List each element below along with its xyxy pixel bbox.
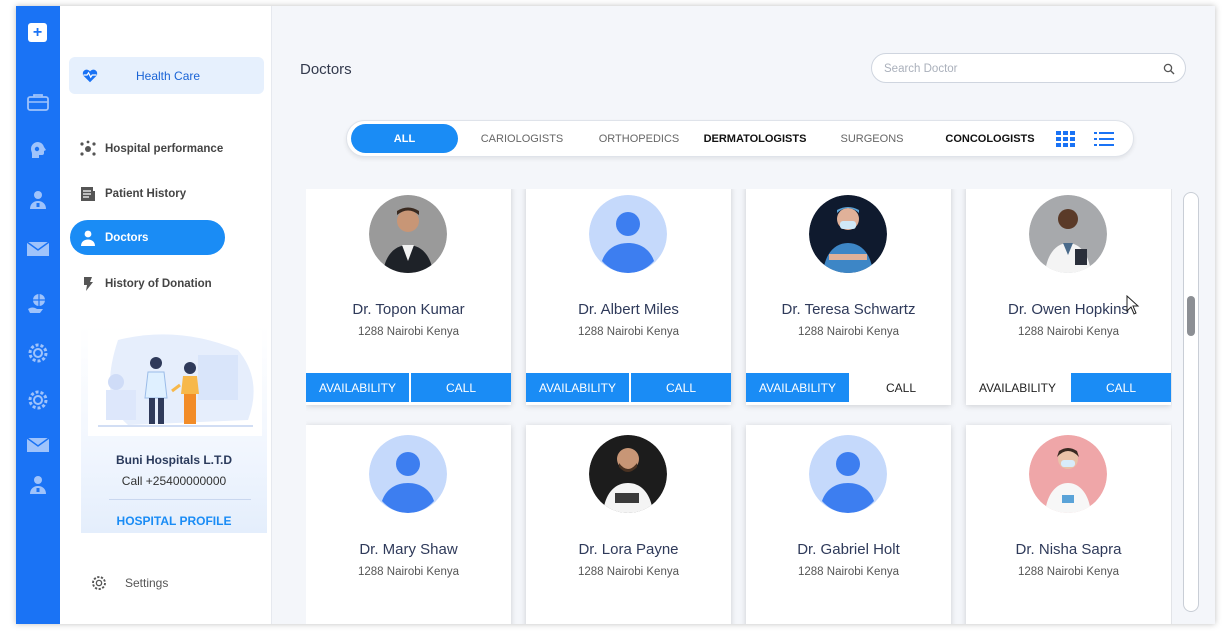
doctor-name: Dr. Mary Shaw	[359, 541, 458, 558]
sidebar-item-settings[interactable]: Settings	[90, 574, 168, 592]
doctor-avatar	[369, 195, 447, 273]
availability-button[interactable]: AVAILABILITY	[526, 373, 629, 402]
doctor-name: Dr. Lora Payne	[578, 541, 679, 558]
sidebar-item-history-of-donation[interactable]: History of Donation	[70, 266, 225, 301]
globe-hand-icon[interactable]	[25, 291, 51, 317]
hospital-phone[interactable]: Call +25400000000	[81, 474, 267, 488]
call-button[interactable]: CALL	[411, 373, 511, 402]
sidebar-item-label: Patient History	[105, 187, 187, 200]
app-logo-plus-icon[interactable]: +	[28, 23, 47, 42]
doctor-name: Dr. Teresa Schwartz	[781, 301, 916, 318]
doctor-location: 1288 Nairobi Kenya	[1017, 566, 1119, 578]
document-icon	[79, 185, 97, 203]
scrollbar-thumb[interactable]	[1187, 296, 1195, 336]
tab-dermatologists[interactable]: DERMATOLOGISTS	[699, 124, 811, 153]
doctor-location: 1288 Nairobi Kenya	[797, 326, 899, 338]
divider	[109, 499, 251, 500]
briefcase-icon[interactable]	[25, 89, 51, 115]
sidebar-item-patient-history[interactable]: Patient History	[70, 176, 225, 211]
doctor-location: 1288 Nairobi Kenya	[577, 566, 679, 578]
icon-rail: +	[16, 6, 60, 624]
doctor-location: 1288 Nairobi Kenya	[357, 566, 459, 578]
mail-icon[interactable]	[25, 236, 51, 262]
hospital-profile-link[interactable]: HOSPITAL PROFILE	[81, 514, 267, 528]
doctor-avatar	[1029, 195, 1107, 273]
call-button[interactable]: CALL	[631, 373, 731, 402]
brand-label: Health Care	[136, 69, 201, 83]
page-title: Doctors	[300, 61, 352, 78]
sidebar-item-label: Doctors	[105, 231, 149, 244]
doctor-icon	[79, 229, 97, 247]
filter-tabs: ALL CARIOLOGISTS ORTHOPEDICS DERMATOLOGI…	[346, 120, 1134, 157]
mail-icon[interactable]	[25, 432, 51, 458]
doctor-grid: Dr. Topon Kumar 1288 Nairobi Kenya AVAILAB…	[306, 189, 1172, 624]
search-box[interactable]	[871, 53, 1186, 83]
brain-icon[interactable]	[25, 138, 51, 164]
tab-orthopedics[interactable]: ORTHOPEDICS	[585, 124, 693, 153]
gear-icon[interactable]	[25, 340, 51, 366]
settings-label: Settings	[125, 576, 169, 590]
brand-health-care[interactable]: Health Care	[69, 57, 264, 94]
doctor-avatar	[809, 435, 887, 513]
doctor-avatar	[589, 435, 667, 513]
grid-view-icon[interactable]	[1056, 131, 1076, 147]
availability-button[interactable]: AVAILABILITY	[306, 373, 409, 402]
doctor-card[interactable]: Dr. Mary Shaw 1288 Nairobi Kenya	[306, 425, 511, 624]
doctor-icon[interactable]	[25, 472, 51, 498]
heartbeat-icon	[82, 69, 98, 83]
doctor-name: Dr. Owen Hopkins	[1008, 301, 1129, 318]
doctor-name: Dr. Nisha Sapra	[1015, 541, 1122, 558]
doctor-name: Dr. Albert Miles	[578, 301, 679, 318]
main-content: Doctors ALL CARIOLOGISTS ORTHOPEDICS DER…	[272, 6, 1215, 624]
gear-icon[interactable]	[25, 387, 51, 413]
hospital-illustration	[88, 330, 262, 436]
doctor-location: 1288 Nairobi Kenya	[357, 326, 459, 338]
doctor-icon[interactable]	[25, 187, 51, 213]
doctor-avatar	[589, 195, 667, 273]
app-window: + Health Care Hospital performance Patie…	[16, 6, 1215, 624]
doctor-location: 1288 Nairobi Kenya	[577, 326, 679, 338]
doctor-location: 1288 Nairobi Kenya	[1017, 326, 1119, 338]
doctor-avatar	[809, 195, 887, 273]
tab-concologists[interactable]: CONCOLOGISTS	[935, 124, 1045, 153]
call-button[interactable]: CALL	[1071, 373, 1171, 402]
doctor-card[interactable]: Dr. Teresa Schwartz 1288 Nairobi Kenya AVA…	[746, 189, 951, 405]
sidebar-item-label: History of Donation	[105, 277, 212, 290]
doctor-card[interactable]: Dr. Owen Hopkins 1288 Nairobi Kenya AVAILA…	[966, 189, 1171, 405]
availability-button[interactable]: AVAILABILITY	[746, 373, 849, 402]
tab-surgeons[interactable]: SURGEONS	[817, 124, 927, 153]
tab-cariologists[interactable]: CARIOLOGISTS	[467, 124, 577, 153]
doctor-name: Dr. Gabriel Holt	[797, 541, 900, 558]
tab-all[interactable]: ALL	[351, 124, 458, 153]
gear-icon	[92, 576, 106, 590]
call-button[interactable]: CALL	[851, 373, 951, 402]
doctor-card[interactable]: Dr. Topon Kumar 1288 Nairobi Kenya AVAILAB…	[306, 189, 511, 405]
hospital-card: Buni Hospitals L.T.D Call +25400000000 H…	[81, 326, 267, 533]
sidebar-item-doctors[interactable]: Doctors	[70, 220, 225, 255]
doctor-avatar	[369, 435, 447, 513]
availability-button[interactable]: AVAILABILITY	[966, 373, 1069, 402]
search-icon[interactable]	[1163, 63, 1175, 75]
network-icon	[79, 140, 97, 158]
hospital-name: Buni Hospitals L.T.D	[115, 453, 232, 467]
doctor-card[interactable]: Dr. Albert Miles 1288 Nairobi Kenya AVAILA…	[526, 189, 731, 405]
sidebar: Health Care Hospital performance Patient…	[60, 6, 272, 624]
list-view-icon[interactable]	[1094, 131, 1114, 147]
mouse-cursor-icon	[1126, 295, 1140, 315]
doctor-card[interactable]: Dr. Gabriel Holt 1288 Nairobi Kenya	[746, 425, 951, 624]
search-input[interactable]	[884, 61, 1154, 76]
doctor-card[interactable]: Dr. Lora Payne 1288 Nairobi Kenya	[526, 425, 731, 624]
doctor-location: 1288 Nairobi Kenya	[797, 566, 899, 578]
doctor-avatar	[1029, 435, 1107, 513]
sidebar-item-label: Hospital performance	[105, 142, 224, 155]
sidebar-item-hospital-performance[interactable]: Hospital performance	[70, 131, 225, 166]
scrollbar[interactable]	[1183, 192, 1199, 612]
donation-icon	[79, 275, 97, 293]
doctor-card[interactable]: Dr. Nisha Sapra 1288 Nairobi Kenya	[966, 425, 1171, 624]
doctor-name: Dr. Topon Kumar	[352, 301, 465, 318]
